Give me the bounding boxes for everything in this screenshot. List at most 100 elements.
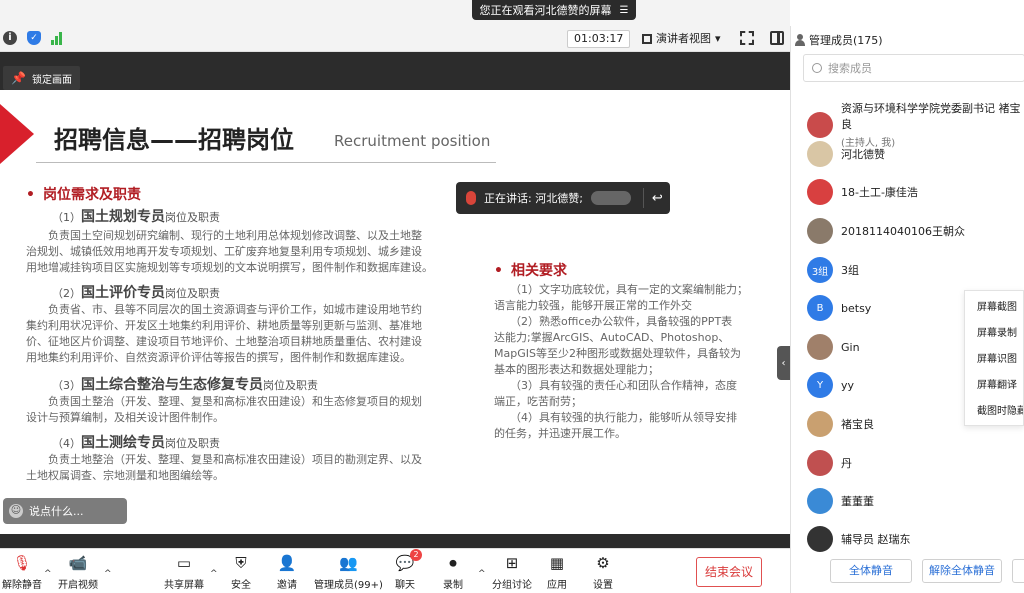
avatar <box>807 179 833 205</box>
chat-placeholder: 说点什么... <box>29 505 84 518</box>
shared-screen: 📌 锁定画面 招聘信息——招聘岗位 Recruitment position •… <box>0 52 790 548</box>
network-signal-icon[interactable] <box>51 31 65 45</box>
chevron-down-icon: ▾ <box>715 32 721 45</box>
avatar <box>807 218 833 244</box>
return-icon[interactable]: ↩ <box>652 191 663 206</box>
security-button[interactable]: ⛨ 安全 <box>230 553 252 591</box>
more-button[interactable] <box>1012 559 1024 583</box>
unmute-all-button[interactable]: 解除全体静音 <box>922 559 1002 583</box>
job-description: 负责土地整治（开发、整理、复垦和高标准农田建设）项目的勘测定界、以及 土地权属调… <box>26 453 422 482</box>
menu-icon[interactable]: ☰ <box>620 5 629 16</box>
emoji-icon[interactable]: ☺ <box>9 504 23 518</box>
member-item[interactable]: 3组 3组 <box>807 257 859 283</box>
menu-item-screen-recognize[interactable]: 屏幕识图 <box>965 347 1023 373</box>
job-description: 负责国土空间规划研究编制、现行的土地利用总体规划修改调整、以及土地整 治规划、城… <box>26 229 433 274</box>
start-video-button[interactable]: 📹 开启视频 <box>58 553 98 591</box>
member-item[interactable]: 辅导员 赵瑞东 <box>807 526 911 552</box>
member-search-input[interactable]: 搜索成员 <box>803 54 1024 82</box>
avatar <box>807 450 833 476</box>
member-item[interactable]: 河北德赞 <box>807 141 885 167</box>
lock-view-button[interactable]: 📌 锁定画面 <box>3 66 80 90</box>
sidebar-toggle-icon[interactable] <box>770 31 784 45</box>
share-screen-icon: ▭ <box>176 554 192 572</box>
panel-title: 管理成员(175) <box>809 34 883 47</box>
job-title: （1）国土规划专员岗位及职责 <box>52 209 220 225</box>
shield-icon: ⛨ <box>235 554 247 572</box>
job-title: （3）国土综合整治与生态修复专员岗位及职责 <box>52 377 318 393</box>
screen-top-margin <box>0 52 790 90</box>
fullscreen-icon[interactable] <box>740 31 754 45</box>
meeting-timer: 01:03:17 <box>567 30 631 48</box>
members-icon <box>795 34 805 46</box>
section-heading-left: • 岗位需求及职责 <box>26 187 141 203</box>
member-name: 2018114040106王朝众 <box>841 225 965 238</box>
collapse-panel-tab[interactable]: ‹ <box>777 346 790 380</box>
invite-button[interactable]: 👤 邀请 <box>276 553 298 591</box>
info-icon[interactable]: i <box>3 31 17 45</box>
active-speaker-label: 正在讲话: 河北德赞; <box>484 192 583 205</box>
mic-off-icon: 🎙 <box>12 554 32 572</box>
member-name: yy <box>841 378 855 392</box>
breakout-icon: ⊞ <box>505 554 519 572</box>
chat-quick-input[interactable]: ☺ 说点什么... <box>3 498 127 524</box>
mute-all-button[interactable]: 全体静音 <box>830 559 912 583</box>
view-mode-button[interactable]: 演讲者视图 ▾ <box>636 30 727 48</box>
record-button[interactable]: ⏺ 录制 <box>442 553 464 591</box>
share-screen-button[interactable]: ▭ 共享屏幕 <box>164 553 204 591</box>
screen-bottom-margin <box>0 534 790 548</box>
section-heading-right: • 相关要求 <box>494 263 567 279</box>
members-icon: 👥 <box>339 554 358 572</box>
avatar <box>807 141 833 167</box>
member-item[interactable]: B betsy <box>807 295 871 321</box>
unmute-button[interactable]: 🎙 解除静音 <box>2 553 42 591</box>
title-divider <box>36 162 496 163</box>
view-mode-label: 演讲者视图 <box>656 32 711 45</box>
search-icon <box>812 63 822 73</box>
menu-item-hide-on-capture[interactable]: 截图时隐藏 <box>965 399 1023 425</box>
end-meeting-button[interactable]: 结束会议 <box>696 557 762 587</box>
menu-item-screen-record[interactable]: 屏幕录制 <box>965 321 1023 347</box>
member-item[interactable]: Gin <box>807 334 860 360</box>
member-item[interactable]: 董董董 <box>807 488 874 514</box>
job-title: （2）国土评价专员岗位及职责 <box>52 285 220 301</box>
blurred-name <box>590 191 631 205</box>
member-name: 董董董 <box>841 495 874 508</box>
menu-item-screen-translate[interactable]: 屏幕翻译 <box>965 373 1023 399</box>
lock-view-label: 锁定画面 <box>31 74 72 86</box>
manage-members-button[interactable]: 👥 管理成员(99+) <box>314 553 383 591</box>
settings-button[interactable]: ⚙ 设置 <box>592 553 614 591</box>
chat-button[interactable]: 💬 2 聊天 <box>394 549 422 591</box>
member-item[interactable]: Y yy <box>807 372 854 398</box>
avatar <box>807 526 833 552</box>
slide-subtitle: Recruitment position <box>334 132 491 150</box>
share-options-caret[interactable]: ^ <box>210 569 218 579</box>
member-item[interactable]: 褚宝良 <box>807 411 874 437</box>
member-name: 3组 <box>841 264 859 277</box>
menu-item-screenshot[interactable]: 屏幕截图 <box>965 295 1023 321</box>
presentation-slide: 招聘信息——招聘岗位 Recruitment position • 岗位需求及职责… <box>0 90 790 534</box>
apps-button[interactable]: ▦ 应用 <box>546 553 568 591</box>
breakout-button[interactable]: ⊞ 分组讨论 <box>492 553 532 591</box>
chat-badge: 2 <box>410 549 422 561</box>
member-name: 辅导员 赵瑞东 <box>841 533 911 546</box>
avatar: B <box>807 295 833 321</box>
watching-label: 您正在观看河北德赞的屏幕 <box>479 4 612 17</box>
video-options-caret[interactable]: ^ <box>104 569 112 579</box>
member-item[interactable]: 18-土工-康佳浩 <box>807 179 918 205</box>
member-name: 18-土工-康佳浩 <box>841 186 918 199</box>
watching-banner[interactable]: 您正在观看河北德赞的屏幕 ☰ <box>472 0 636 20</box>
invite-icon: 👤 <box>277 554 297 572</box>
member-name: 丹 <box>841 457 852 470</box>
record-options-caret[interactable]: ^ <box>478 569 486 579</box>
member-name: betsy <box>841 301 872 315</box>
member-item[interactable]: 2018114040106王朝众 <box>807 218 965 244</box>
mic-icon <box>466 191 476 205</box>
audio-options-caret[interactable]: ^ <box>44 569 52 579</box>
meeting-toolbar: 🎙 解除静音 ^ 📹 开启视频 ^ ▭ 共享屏幕 ^ ⛨ 安全 👤 邀请 👥 管… <box>0 548 790 593</box>
security-shield-icon[interactable]: ✓ <box>27 31 41 45</box>
member-name: 河北德赞 <box>841 148 885 161</box>
member-item[interactable]: 丹 <box>807 450 852 476</box>
job-title: （4）国土测绘专员岗位及职责 <box>52 435 220 451</box>
slide-title: 招聘信息——招聘岗位 <box>54 126 294 154</box>
red-arrow-decoration <box>0 104 34 164</box>
